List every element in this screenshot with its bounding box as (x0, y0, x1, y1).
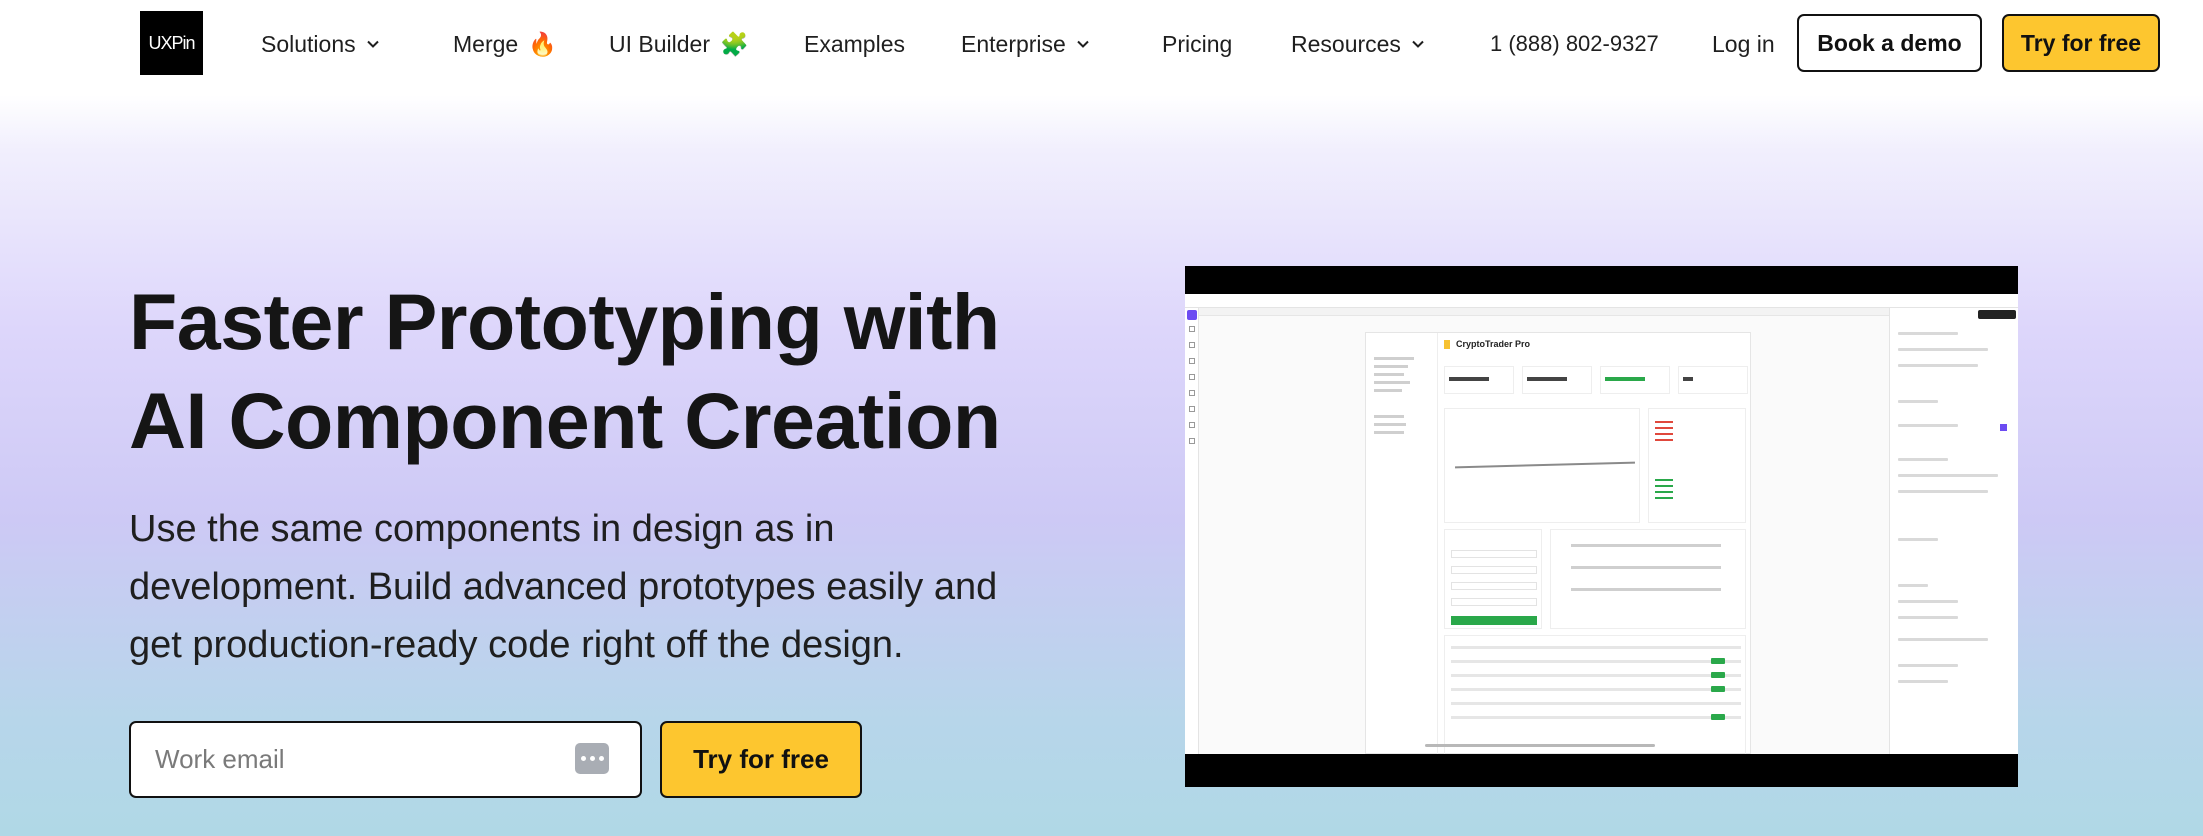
hero-subtitle: Use the same components in design as in … (129, 500, 1089, 674)
mockup-app-title: CryptoTrader Pro (1456, 339, 1531, 349)
canvas-scrollbar (1425, 744, 1655, 747)
chevron-down-icon (1412, 40, 1424, 48)
nav-enterprise-label: Enterprise (961, 30, 1066, 57)
nav-solutions[interactable]: Solutions (261, 26, 380, 62)
fire-icon: 🔥 (528, 30, 557, 57)
video-frame-app-screenshot: CryptoTrader Pro (1185, 294, 2018, 754)
tool-icon (1189, 374, 1195, 380)
nav-pricing-label: Pricing (1162, 30, 1233, 57)
nav-enterprise[interactable]: Enterprise (961, 26, 1090, 62)
tool-icon (1189, 422, 1195, 428)
tool-icon (1189, 342, 1195, 348)
hero-title-line: AI Component Creation (129, 376, 1001, 465)
stat-card (1600, 366, 1670, 394)
chevron-down-icon (366, 40, 379, 48)
hero-title-line: Faster Prototyping with (129, 277, 1000, 366)
bitcoin-icon (1444, 340, 1450, 349)
puzzle-icon: 🧩 (719, 30, 749, 57)
hero-subtitle-line: Use the same components in design as in (129, 508, 835, 550)
tool-icon (1189, 326, 1195, 332)
stat-card (1678, 366, 1748, 394)
nav-pricing[interactable]: Pricing (1162, 26, 1232, 62)
tool-icon (1189, 390, 1195, 396)
component-color-swatch (2000, 424, 2007, 431)
header-try-free-button[interactable]: Try for free (2002, 14, 2160, 72)
work-email-field (129, 721, 642, 798)
hero-title: Faster Prototyping with AI Component Cre… (129, 272, 1129, 470)
site-header: UXPin Solutions Merge 🔥 UI Builder 🧩 Exa… (0, 0, 2203, 88)
price-chart (1444, 408, 1640, 523)
mockup-sidebar (1366, 333, 1438, 754)
nav-resources-label: Resources (1291, 30, 1401, 57)
buy-button (1451, 616, 1537, 625)
nav-examples[interactable]: Examples (804, 26, 905, 62)
product-video[interactable]: CryptoTrader Pro (1185, 266, 2018, 787)
uxpin-logo[interactable]: UXPin (140, 11, 203, 75)
editor-ruler (1199, 308, 1889, 316)
login-link[interactable]: Log in (1712, 26, 1775, 62)
nav-ui-builder-label: UI Builder (609, 30, 710, 57)
hero-subtitle-line: development. Build advanced prototypes e… (129, 566, 998, 608)
stat-card (1522, 366, 1592, 394)
place-order-panel (1444, 529, 1542, 629)
crypto-dashboard-mockup: CryptoTrader Pro (1365, 332, 1751, 754)
recent-orders-table (1444, 635, 1746, 754)
book-demo-button[interactable]: Book a demo (1797, 14, 1982, 72)
editor-toolbar (1185, 308, 1199, 754)
work-email-input[interactable] (155, 723, 555, 795)
phone-number-link[interactable]: 1 (888) 802-9327 (1490, 26, 1659, 62)
nav-solutions-label: Solutions (261, 30, 356, 57)
nav-ui-builder[interactable]: UI Builder 🧩 (609, 26, 749, 62)
editor-topbar (1185, 294, 2018, 308)
nav-merge-label: Merge (453, 30, 519, 57)
nav-examples-label: Examples (804, 30, 905, 57)
properties-panel (1889, 308, 2018, 754)
tool-icon (1189, 438, 1195, 444)
hero-try-free-button[interactable]: Try for free (660, 721, 862, 798)
stat-card (1444, 366, 1514, 394)
holdings-panel (1550, 529, 1746, 629)
password-manager-icon[interactable] (575, 743, 609, 774)
tool-icon (1189, 358, 1195, 364)
hero-subtitle-line: get production-ready code right off the … (129, 624, 904, 666)
nav-resources[interactable]: Resources (1291, 26, 1425, 62)
chevron-down-icon (1077, 40, 1089, 48)
tool-icon (1189, 406, 1195, 412)
get-code-button (1978, 310, 2016, 319)
nav-merge[interactable]: Merge 🔥 (453, 26, 557, 62)
ai-tool-icon (1187, 310, 1197, 320)
order-book (1648, 408, 1746, 523)
